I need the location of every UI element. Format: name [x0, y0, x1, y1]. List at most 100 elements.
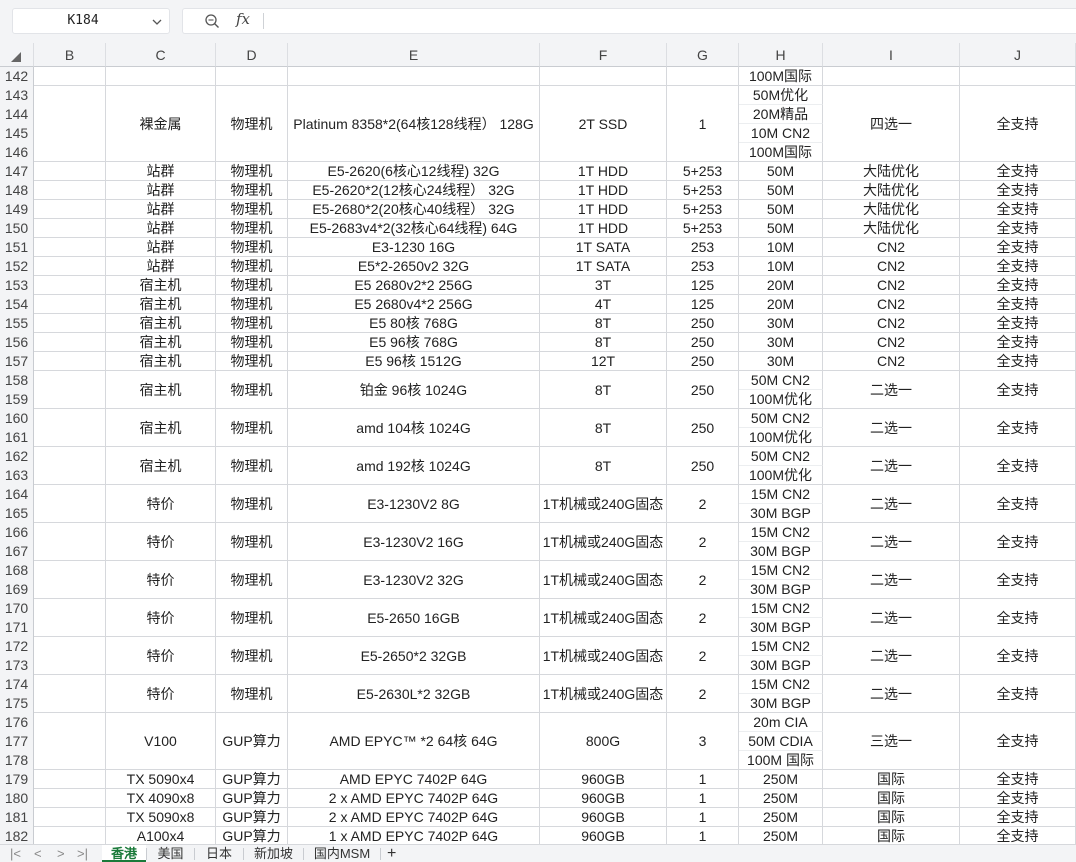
cell-i[interactable]: 二选一 [823, 523, 960, 561]
cell-c[interactable]: 站群 [106, 162, 216, 181]
cell-c[interactable]: V100 [106, 713, 216, 770]
row-header[interactable]: 144 [0, 105, 34, 124]
name-box-value[interactable]: K184 [13, 13, 153, 28]
cell-i[interactable]: CN2 [823, 276, 960, 295]
cell-i[interactable]: 大陆优化 [823, 219, 960, 238]
cell-j[interactable]: 全支持 [960, 295, 1076, 314]
cell-f[interactable]: 2T SSD [540, 86, 667, 162]
cell-b[interactable] [34, 181, 106, 200]
cell-b[interactable] [34, 827, 106, 844]
cell-b[interactable] [34, 314, 106, 333]
cell-f[interactable]: 1T机械或240G固态 [540, 599, 667, 637]
select-all-icon[interactable] [10, 51, 22, 63]
cell-e[interactable]: E3-1230V2 8G [288, 485, 540, 523]
row-header[interactable]: 150 [0, 219, 34, 238]
row-header[interactable]: 180 [0, 789, 34, 808]
cell-h[interactable]: 250M [739, 789, 823, 808]
cell-h[interactable]: 15M CN2 [739, 637, 823, 656]
cell-j[interactable]: 全支持 [960, 523, 1076, 561]
row-header[interactable]: 145 [0, 124, 34, 143]
cell-f[interactable]: 8T [540, 409, 667, 447]
cell-d[interactable]: GUP算力 [216, 808, 288, 827]
prev-sheet-icon[interactable]: < [34, 846, 42, 862]
cell-g[interactable]: 125 [667, 295, 739, 314]
cell-g[interactable]: 2 [667, 637, 739, 675]
cell-c[interactable]: 宿主机 [106, 352, 216, 371]
column-header-e[interactable]: E [288, 43, 540, 67]
cell-i[interactable] [823, 67, 960, 86]
cell-e[interactable]: E3-1230 16G [288, 238, 540, 257]
cell-b[interactable] [34, 770, 106, 789]
cell-h[interactable]: 30M [739, 352, 823, 371]
column-header-g[interactable]: G [667, 43, 739, 67]
cell-c[interactable]: 裸金属 [106, 86, 216, 162]
cell-d[interactable]: 物理机 [216, 257, 288, 276]
fx-icon[interactable]: fx [236, 10, 250, 28]
cell-c[interactable]: 特价 [106, 485, 216, 523]
cell-j[interactable]: 全支持 [960, 86, 1076, 162]
cell-j[interactable]: 全支持 [960, 485, 1076, 523]
cell-j[interactable]: 全支持 [960, 200, 1076, 219]
cell-i[interactable]: 国际 [823, 789, 960, 808]
cell-f[interactable]: 960GB [540, 789, 667, 808]
zoom-icon[interactable] [204, 13, 220, 29]
cell-h[interactable]: 50M CN2 [739, 371, 823, 390]
cell-b[interactable] [34, 371, 106, 409]
cell-d[interactable]: 物理机 [216, 200, 288, 219]
chevron-down-icon[interactable] [151, 16, 163, 28]
row-header[interactable]: 154 [0, 295, 34, 314]
cell-i[interactable]: CN2 [823, 257, 960, 276]
sheet-tab-3[interactable]: 日本 [195, 845, 243, 862]
cell-b[interactable] [34, 713, 106, 770]
cell-g[interactable]: 253 [667, 238, 739, 257]
cell-d[interactable]: 物理机 [216, 485, 288, 523]
cell-e[interactable]: E5-2680*2(20核心40线程） 32G [288, 200, 540, 219]
cell-h[interactable]: 30M BGP [739, 656, 823, 675]
row-header[interactable]: 157 [0, 352, 34, 371]
cell-i[interactable]: 二选一 [823, 675, 960, 713]
row-header[interactable]: 153 [0, 276, 34, 295]
cell-i[interactable]: 大陆优化 [823, 181, 960, 200]
cell-d[interactable]: 物理机 [216, 238, 288, 257]
cell-f[interactable]: 960GB [540, 827, 667, 844]
cell-e[interactable]: AMD EPYC™ *2 64核 64G [288, 713, 540, 770]
cell-g[interactable]: 2 [667, 485, 739, 523]
cell-f[interactable]: 1T机械或240G固态 [540, 675, 667, 713]
cell-h[interactable]: 30M [739, 314, 823, 333]
cell-i[interactable]: 国际 [823, 827, 960, 844]
cell-d[interactable]: 物理机 [216, 523, 288, 561]
column-header-j[interactable]: J [960, 43, 1076, 67]
cell-i[interactable]: 二选一 [823, 371, 960, 409]
add-sheet-button[interactable]: + [387, 845, 396, 862]
cell-c[interactable]: TX 5090x8 [106, 808, 216, 827]
cell-d[interactable]: 物理机 [216, 447, 288, 485]
row-header[interactable]: 182 [0, 827, 34, 844]
cell-i[interactable]: 三选一 [823, 713, 960, 770]
cell-d[interactable]: 物理机 [216, 181, 288, 200]
cell-i[interactable]: CN2 [823, 352, 960, 371]
column-header-h[interactable]: H [739, 43, 823, 67]
cell-f[interactable]: 1T机械或240G固态 [540, 561, 667, 599]
cell-c[interactable]: 宿主机 [106, 314, 216, 333]
row-header[interactable]: 147 [0, 162, 34, 181]
cell-e[interactable]: E5 80核 768G [288, 314, 540, 333]
cell-d[interactable]: 物理机 [216, 409, 288, 447]
row-header[interactable]: 162 [0, 447, 34, 466]
cell-b[interactable] [34, 257, 106, 276]
cell-b[interactable] [34, 485, 106, 523]
cell-d[interactable]: GUP算力 [216, 713, 288, 770]
cell-g[interactable]: 250 [667, 352, 739, 371]
column-header-i[interactable]: I [823, 43, 960, 67]
row-header[interactable]: 151 [0, 238, 34, 257]
cell-h[interactable]: 15M CN2 [739, 523, 823, 542]
cell-h[interactable]: 250M [739, 770, 823, 789]
cell-c[interactable] [106, 67, 216, 86]
cell-j[interactable]: 全支持 [960, 447, 1076, 485]
cell-j[interactable]: 全支持 [960, 314, 1076, 333]
cell-b[interactable] [34, 447, 106, 485]
cell-e[interactable]: E5-2630L*2 32GB [288, 675, 540, 713]
cell-f[interactable]: 1T SATA [540, 257, 667, 276]
formula-input[interactable] [182, 8, 1076, 34]
cell-e[interactable]: E5-2650 16GB [288, 599, 540, 637]
cell-f[interactable]: 8T [540, 371, 667, 409]
